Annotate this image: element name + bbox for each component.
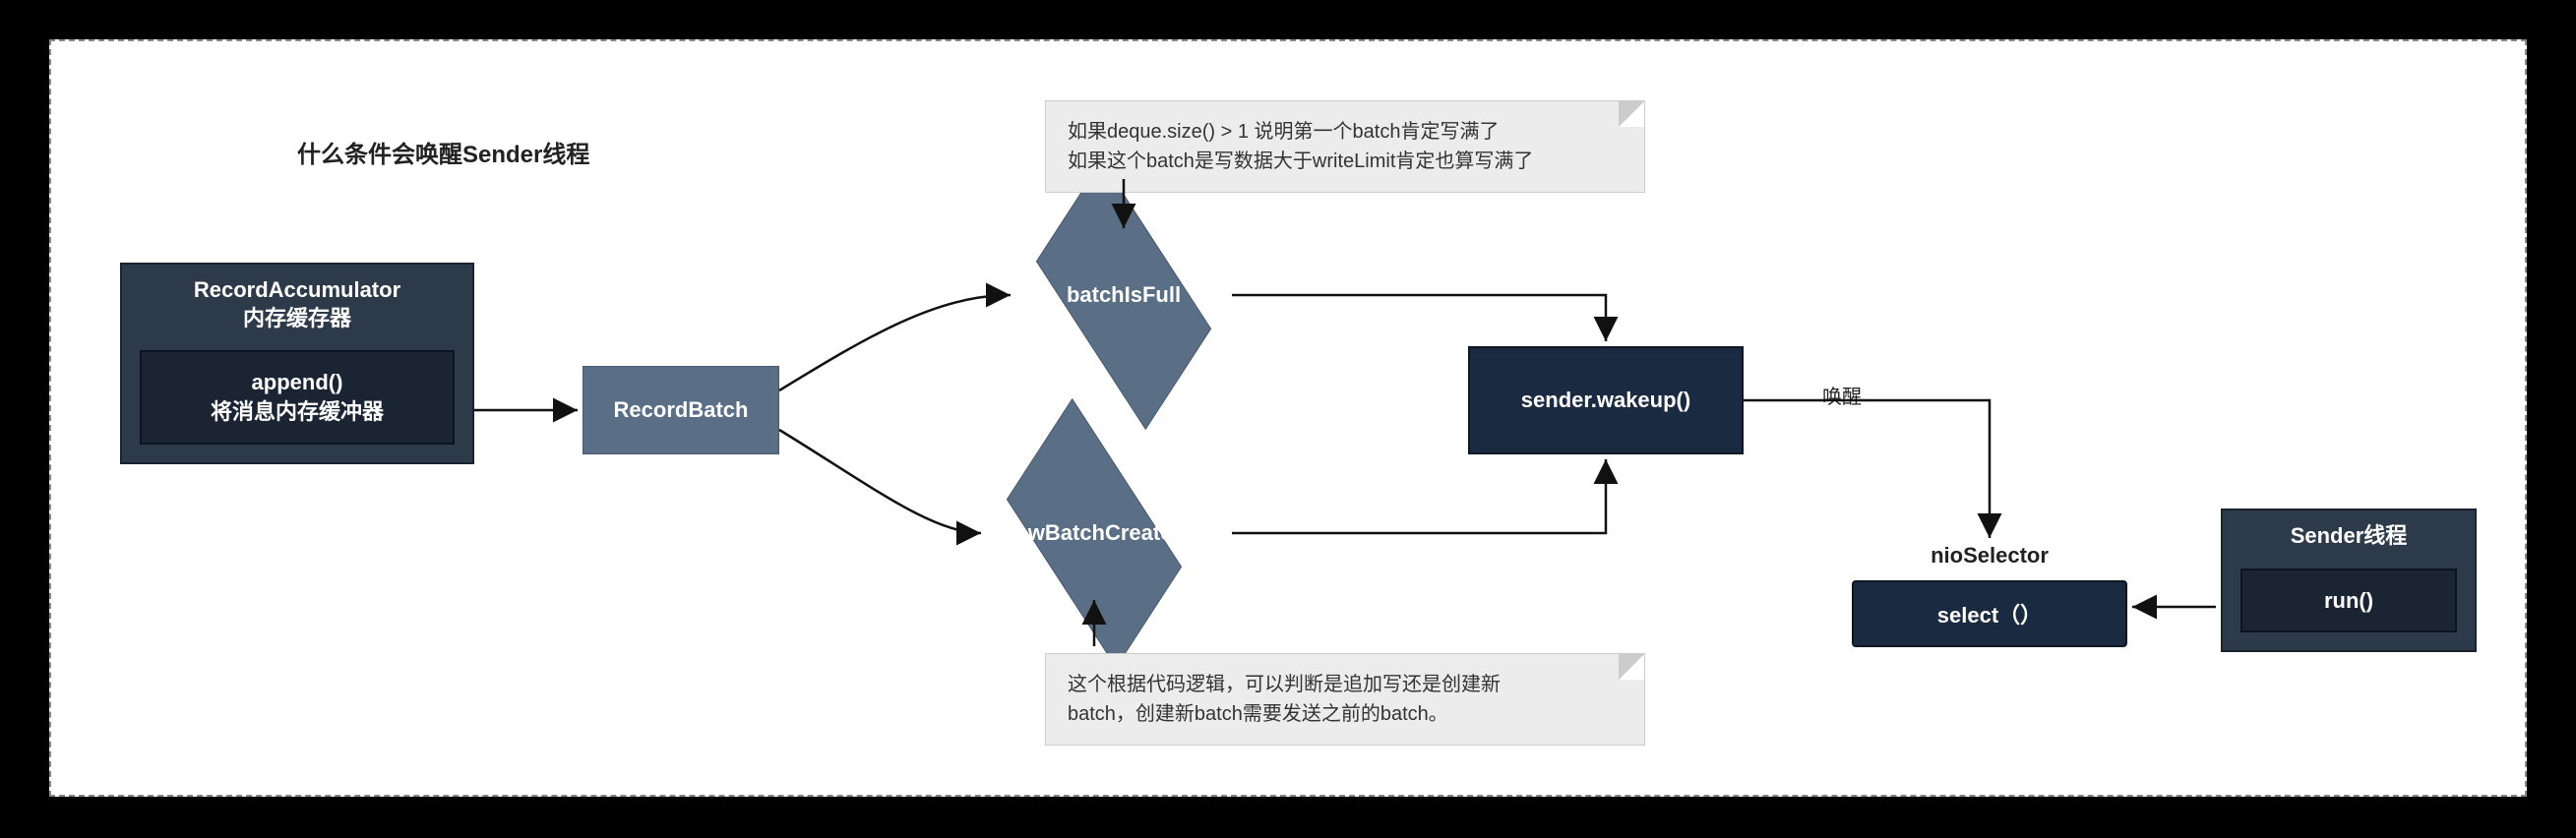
sender-wakeup-box: sender.wakeup() [1468,346,1744,454]
note2-line1: 这个根据代码逻辑，可以判断是追加写还是创建新 [1068,670,1623,699]
diagram-canvas: 什么条件会唤醒Sender线程 RecordAccumulator 内存缓存器 … [49,39,2527,797]
decision-batch-is-full: batchIsFull [1025,236,1222,354]
ra-header-line2: 内存缓存器 [122,305,472,333]
append-line1: append() [150,368,445,397]
sender-thread-box: Sender线程 run() [2221,509,2477,652]
wakeup-edge-label: 唤醒 [1822,381,1862,409]
ra-header-line1: RecordAccumulator [122,276,472,305]
select-box: select（） [1852,580,2127,647]
sender-header: Sender线程 [2223,510,2475,551]
note-batch-full: 如果deque.size() > 1 说明第一个batch肯定写满了 如果这个b… [1045,100,1645,193]
note1-line2: 如果这个batch是写数据大于writeLimit肯定也算写满了 [1068,147,1623,176]
note1-line1: 如果deque.size() > 1 说明第一个batch肯定写满了 [1068,117,1623,147]
note-new-batch: 这个根据代码逻辑，可以判断是追加写还是创建新 batch，创建新batch需要发… [1045,653,1645,746]
record-batch-box: RecordBatch [583,366,779,454]
run-box: run() [2240,569,2457,633]
append-box: append() 将消息内存缓冲器 [140,350,455,444]
diagram-title: 什么条件会唤醒Sender线程 [297,135,589,169]
append-line2: 将消息内存缓冲器 [150,397,445,427]
nio-selector-group: nioSelector select（） [1852,543,2127,647]
decision-new-batch-created: newBatchCreated [996,474,1193,592]
record-accumulator-header: RecordAccumulator 内存缓存器 [122,265,472,332]
nio-selector-title: nioSelector [1852,543,2127,580]
note2-line2: batch，创建新batch需要发送之前的batch。 [1068,699,1623,729]
record-accumulator-box: RecordAccumulator 内存缓存器 append() 将消息内存缓冲… [120,263,474,464]
decision1-label: batchIsFull [1025,236,1222,354]
decision2-label: newBatchCreated [996,474,1193,592]
